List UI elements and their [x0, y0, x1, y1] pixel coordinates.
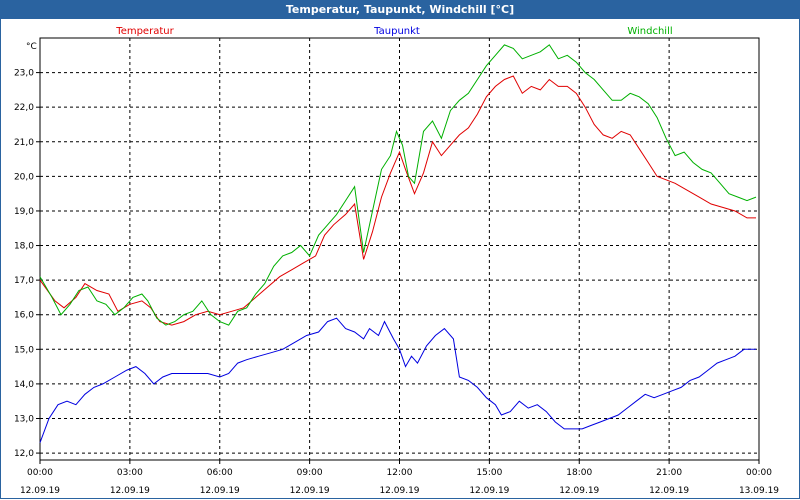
- x-tick-label: 00:00: [746, 468, 772, 478]
- x-tick-label: 00:00: [27, 468, 53, 478]
- x-tick-label: 09:00: [297, 468, 323, 478]
- x-tick-label: 03:00: [117, 468, 143, 478]
- y-tick-label: 13,0: [14, 414, 34, 424]
- series-line-temperatur: [39, 75, 756, 326]
- y-axis-unit-label: °C: [26, 42, 37, 52]
- y-tick-label: 20,0: [14, 172, 34, 182]
- series-line-taupunkt: [39, 317, 756, 443]
- x-tick-label: 06:00: [207, 468, 233, 478]
- x-tick-date-label: 12.09.19: [200, 486, 240, 496]
- x-tick-label: 21:00: [656, 468, 682, 478]
- x-tick-label: 15:00: [476, 468, 502, 478]
- x-tick-date-label: 13.09.19: [739, 486, 779, 496]
- legend-temperatur: Temperatur: [115, 26, 174, 37]
- x-tick-date-label: 12.09.19: [20, 486, 60, 496]
- y-tick-label: 16,0: [14, 311, 34, 321]
- x-tick-date-label: 12.09.19: [290, 486, 330, 496]
- x-tick-label: 12:00: [387, 468, 413, 478]
- y-tick-label: 21,0: [14, 138, 34, 148]
- x-tick-date-label: 12.09.19: [110, 486, 150, 496]
- legend-windchill: Windchill: [627, 26, 672, 37]
- y-tick-label: 23,0: [14, 69, 34, 79]
- y-tick-label: 18,0: [14, 242, 34, 252]
- series-line-windchill: [39, 44, 757, 326]
- y-tick-label: 22,0: [14, 103, 34, 113]
- y-tick-label: 15,0: [14, 345, 34, 355]
- x-tick-date-label: 12.09.19: [469, 486, 509, 496]
- x-tick-date-label: 12.09.19: [559, 486, 599, 496]
- y-tick-label: 17,0: [14, 276, 34, 286]
- y-tick-label: 19,0: [14, 207, 34, 217]
- x-tick-date-label: 12.09.19: [379, 486, 419, 496]
- x-tick-label: 18:00: [566, 468, 592, 478]
- legend-taupunkt: Taupunkt: [373, 26, 420, 37]
- x-tick-date-label: 12.09.19: [649, 486, 689, 496]
- line-chart: 12,0 13,0 14,0 15,0 16,0 17,0 18,0 19,0 20,0 21,0…: [14, 26, 779, 496]
- y-tick-label: 12,0: [14, 449, 34, 459]
- y-tick-label: 14,0: [14, 380, 34, 390]
